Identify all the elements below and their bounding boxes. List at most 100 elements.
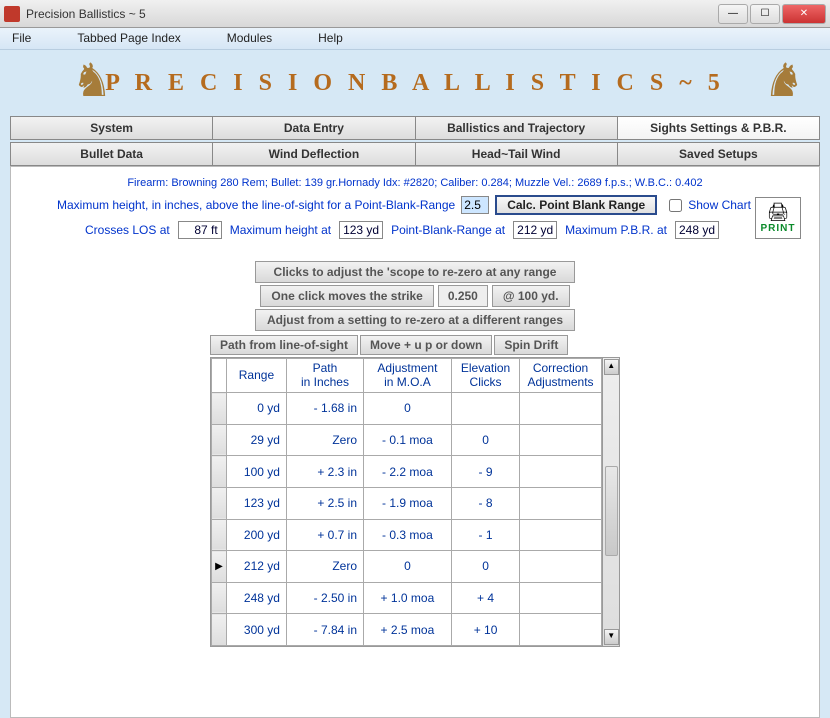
clicks-adjust-button[interactable]: Clicks to adjust the 'scope to re-zero a… (255, 261, 575, 283)
cell-adj: - 2.2 moa (364, 456, 452, 488)
cell-adj: - 0.3 moa (364, 519, 452, 551)
pbr-results-row: Crosses LOS at Maximum height at Point-B… (21, 221, 809, 239)
firearm-info: Firearm: Browning 280 Rem; Bullet: 139 g… (21, 177, 809, 189)
cell-path: + 2.3 in (286, 456, 363, 488)
table-row[interactable]: 248 yd- 2.50 in+ 1.0 moa+ 4 (212, 582, 602, 614)
cell-corr (520, 456, 601, 488)
knight-right-icon: ♞ (756, 52, 812, 108)
tab-move[interactable]: Move + u p or down (360, 335, 492, 355)
app-icon (4, 6, 20, 22)
tab-path[interactable]: Path from line-of-sight (210, 335, 358, 355)
cell-elev: - 9 (451, 456, 520, 488)
tab-bullet-data[interactable]: Bullet Data (10, 142, 213, 166)
table-tab-row: Path from line-of-sight Move + u p or do… (210, 335, 620, 355)
pbrat-value (513, 221, 557, 239)
tab-spin[interactable]: Spin Drift (494, 335, 568, 355)
scroll-thumb[interactable] (605, 466, 618, 556)
menu-tabbed[interactable]: Tabbed Page Index (71, 28, 220, 49)
menu-file[interactable]: File (6, 28, 71, 49)
maxheight-label: Maximum height, in inches, above the lin… (57, 198, 455, 212)
maxpbr-label: Maximum P.B.R. at (565, 223, 667, 237)
col-range: Range (226, 359, 286, 393)
at-100yd-button[interactable]: @ 100 yd. (492, 285, 570, 307)
col-adj: Adjustment in M.O.A (364, 359, 452, 393)
row-marker: ▶ (212, 551, 227, 583)
cell-path: + 0.7 in (286, 519, 363, 551)
cell-elev: 0 (451, 424, 520, 456)
cell-range: 123 yd (226, 487, 286, 519)
row-marker (212, 614, 227, 646)
cell-range: 200 yd (226, 519, 286, 551)
row-marker (212, 393, 227, 425)
crosses-value (178, 221, 222, 239)
cell-range: 212 yd (226, 551, 286, 583)
cell-adj: 0 (364, 551, 452, 583)
table-row[interactable]: 100 yd+ 2.3 in- 2.2 moa- 9 (212, 456, 602, 488)
tab-row-2: Bullet Data Wind Deflection Head~Tail Wi… (0, 140, 830, 166)
cell-elev: - 1 (451, 519, 520, 551)
calc-pbr-button[interactable]: Calc. Point Blank Range (495, 195, 657, 215)
row-marker (212, 456, 227, 488)
one-click-button[interactable]: One click moves the strike (260, 285, 433, 307)
cell-adj: + 1.0 moa (364, 582, 452, 614)
scroll-down-icon[interactable]: ▼ (604, 629, 619, 645)
tab-headtail[interactable]: Head~Tail Wind (416, 142, 618, 166)
cell-path: - 2.50 in (286, 582, 363, 614)
cell-adj: + 2.5 moa (364, 614, 452, 646)
pbr-input-row: Maximum height, in inches, above the lin… (21, 195, 809, 215)
row-marker (212, 487, 227, 519)
cell-range: 100 yd (226, 456, 286, 488)
cell-elev: + 4 (451, 582, 520, 614)
tab-row-1: System Data Entry Ballistics and Traject… (0, 114, 830, 140)
close-button[interactable]: ✕ (782, 4, 826, 24)
maxheight-input[interactable] (461, 196, 489, 214)
minimize-button[interactable]: — (718, 4, 748, 24)
menubar: File Tabbed Page Index Modules Help (0, 28, 830, 50)
showchart-label: Show Chart (688, 198, 751, 212)
ballistics-table: Range Path in Inches Adjustment in M.O.A… (211, 358, 602, 646)
cell-corr (520, 614, 601, 646)
one-click-value: 0.250 (438, 285, 488, 307)
col-corr: Correction Adjustments (520, 359, 601, 393)
cell-corr (520, 582, 601, 614)
tab-sights[interactable]: Sights Settings & P.B.R. (618, 116, 820, 140)
tab-wind[interactable]: Wind Deflection (213, 142, 415, 166)
tab-saved[interactable]: Saved Setups (618, 142, 820, 166)
cell-elev: + 10 (451, 614, 520, 646)
showchart-checkbox[interactable] (669, 199, 682, 212)
table-scrollbar[interactable]: ▲ ▼ (602, 358, 619, 646)
pbrat-label: Point-Blank-Range at (391, 223, 505, 237)
tab-ballistics[interactable]: Ballistics and Trajectory (416, 116, 618, 140)
maxhat-label: Maximum height at (230, 223, 331, 237)
print-button[interactable]: 🖨 PRINT (755, 197, 801, 239)
maxhat-value (339, 221, 383, 239)
window-title: Precision Ballistics ~ 5 (26, 7, 718, 21)
cell-corr (520, 487, 601, 519)
col-path: Path in Inches (286, 359, 363, 393)
table-row[interactable]: 29 ydZero- 0.1 moa0 (212, 424, 602, 456)
titlebar: Precision Ballistics ~ 5 — ☐ ✕ (0, 0, 830, 28)
scroll-up-icon[interactable]: ▲ (604, 359, 619, 375)
cell-corr (520, 519, 601, 551)
cell-elev: - 8 (451, 487, 520, 519)
tab-system[interactable]: System (10, 116, 213, 140)
page-title: P R E C I S I O N B A L L I S T I C S ~ … (0, 58, 830, 97)
cell-corr (520, 393, 601, 425)
knight-left-icon: ♞ (64, 52, 120, 108)
table-row[interactable]: 0 yd- 1.68 in0 (212, 393, 602, 425)
menu-modules[interactable]: Modules (221, 28, 312, 49)
tab-data-entry[interactable]: Data Entry (213, 116, 415, 140)
crosses-label: Crosses LOS at (85, 223, 170, 237)
cell-path: - 1.68 in (286, 393, 363, 425)
cell-path: + 2.5 in (286, 487, 363, 519)
table-row[interactable]: 123 yd+ 2.5 in- 1.9 moa- 8 (212, 487, 602, 519)
table-row[interactable]: 200 yd+ 0.7 in- 0.3 moa- 1 (212, 519, 602, 551)
maximize-button[interactable]: ☐ (750, 4, 780, 24)
row-marker (212, 424, 227, 456)
table-row[interactable]: 300 yd- 7.84 in+ 2.5 moa+ 10 (212, 614, 602, 646)
menu-help[interactable]: Help (312, 28, 383, 49)
adjust-from-button[interactable]: Adjust from a setting to re-zero at a di… (255, 309, 575, 331)
table-row[interactable]: ▶212 ydZero00 (212, 551, 602, 583)
table-wrap: Range Path in Inches Adjustment in M.O.A… (210, 357, 620, 647)
cell-adj: 0 (364, 393, 452, 425)
